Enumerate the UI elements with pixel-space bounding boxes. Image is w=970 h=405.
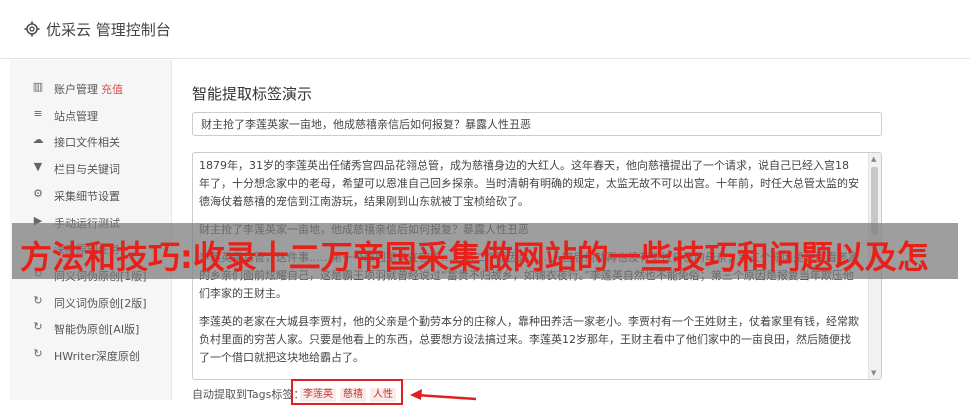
- sidebar-item-label: 栏目与关键词: [54, 161, 120, 177]
- scroll-down-icon[interactable]: ▼: [871, 369, 876, 377]
- caption-text: 方法和技巧:收录十二万帝国采集做网站的一些技巧和问题以及怎: [20, 238, 929, 276]
- cloud-icon: ☁: [32, 133, 44, 147]
- sidebar-item-label: HWriter深度原创: [54, 348, 140, 364]
- page-title: 智能提取标签演示: [192, 85, 313, 103]
- sidebar-item[interactable]: ≡ 站点管理: [10, 103, 171, 129]
- sidebar-item-label: 接口文件相关: [54, 134, 120, 150]
- gear-icon: [24, 21, 40, 37]
- article-paragraph: 1879年，31岁的李莲英出任储秀宫四品花翎总管，成为慈禧身边的大红人。这年春天…: [199, 159, 859, 208]
- app-title: 优采云 管理控制台: [46, 21, 171, 39]
- list-icon: ≡: [33, 106, 43, 120]
- sidebar-item[interactable]: ▼ 栏目与关键词: [10, 156, 171, 182]
- sidebar-item-label: 同义词伪原创[2版]: [54, 295, 147, 311]
- sidebar-item-text: 采集细节设置: [54, 189, 120, 203]
- sidebar-item-text: 站点管理: [54, 109, 98, 123]
- sidebar-item-label: 采集细节设置: [54, 188, 120, 204]
- sidebar-item-label: 站点管理: [54, 108, 98, 124]
- recharge-link[interactable]: 充值: [101, 83, 123, 96]
- refresh-icon: ↻: [33, 293, 43, 307]
- sidebar-item-label: 账户管理 充值: [54, 81, 123, 97]
- sidebar-item[interactable]: ↻ 智能伪原创[AI版]: [10, 316, 171, 342]
- refresh-icon: ↻: [33, 347, 43, 360]
- sidebar-item[interactable]: ⚙ 采集细节设置: [10, 183, 171, 209]
- sidebar-item[interactable]: ↻ 同义词伪原创[2版]: [10, 290, 171, 316]
- sidebar-item-label: 智能伪原创[AI版]: [54, 321, 139, 337]
- sidebar-item[interactable]: ▥ 账户管理 充值: [10, 76, 171, 102]
- sidebar-item-text: 智能伪原创[AI版]: [54, 323, 140, 337]
- sidebar-item-text: 接口文件相关: [54, 136, 120, 150]
- arrow-icon: [410, 389, 477, 401]
- sidebar-item-text: 同义词伪原创[2版]: [54, 296, 147, 310]
- sidebar-item-text: 账户管理: [54, 83, 98, 96]
- gears-icon: ⚙: [33, 186, 43, 200]
- sidebar-item[interactable]: ↻ HWriter深度原创: [10, 343, 171, 369]
- article-title-input[interactable]: 财主抢了李莲英家一亩地，他成慈禧亲信后如何报复？暴露人性丑恶: [192, 112, 882, 136]
- sidebar-item-text: HWriter深度原创: [54, 350, 140, 363]
- article-paragraph: 李莲英的老家在大城县李贾村，他的父亲是个勤劳本分的庄稼人，靠种田养活一家老小。李…: [199, 315, 859, 364]
- refresh-icon: ↻: [33, 320, 43, 334]
- bar-chart-icon: ▥: [32, 80, 44, 93]
- sidebar-item-text: 栏目与关键词: [54, 163, 120, 177]
- scroll-up-icon[interactable]: ▲: [871, 155, 876, 163]
- sidebar-item[interactable]: ☁ 接口文件相关: [10, 129, 171, 155]
- filter-icon: ▼: [33, 160, 43, 174]
- top-bar: 优采云 管理控制台: [0, 0, 970, 59]
